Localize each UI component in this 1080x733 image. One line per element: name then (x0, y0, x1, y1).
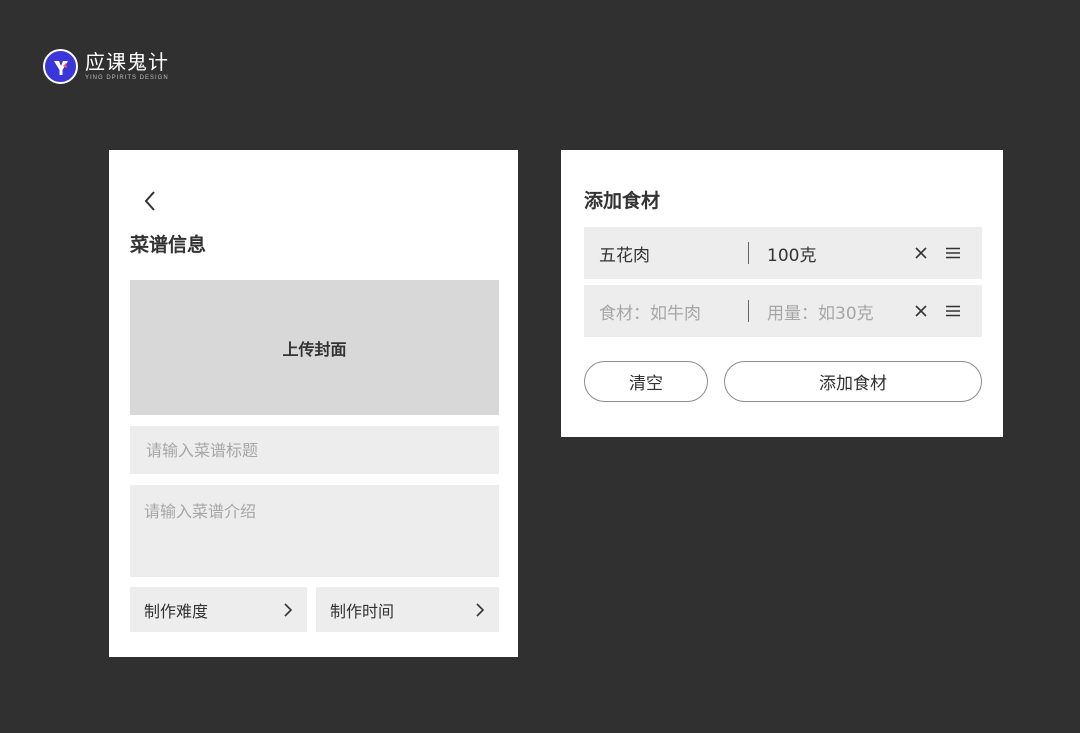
time-label: 制作时间 (330, 601, 395, 621)
difficulty-label: 制作难度 (144, 601, 209, 621)
upload-cover-label: 上传封面 (282, 339, 347, 359)
back-button[interactable] (138, 188, 162, 214)
brand-text: 应课鬼计 YING DPIRITS DESIGN (85, 51, 169, 82)
drag-ingredient-handle[interactable] (941, 299, 965, 323)
add-ingredient-button[interactable]: 添加食材 (724, 361, 982, 402)
page: 应课鬼计 YING DPIRITS DESIGN 菜谱信息 上传封面 制作难度 … (0, 0, 1080, 733)
recipe-intro-field[interactable] (130, 485, 499, 577)
remove-ingredient-button[interactable] (909, 299, 933, 323)
chevron-right-icon (284, 602, 293, 617)
chevron-right-icon (476, 602, 485, 617)
difficulty-selector[interactable]: 制作难度 (130, 587, 307, 632)
ingredient-amount[interactable]: 100克 (749, 241, 909, 266)
drag-handle-icon (946, 247, 960, 259)
close-icon (915, 247, 927, 259)
brand-subtitle: YING DPIRITS DESIGN (85, 75, 169, 81)
upload-cover-button[interactable]: 上传封面 (130, 280, 499, 415)
ingredient-name[interactable]: 五花肉 (584, 241, 748, 266)
recipe-title-field[interactable] (130, 426, 499, 474)
ingredient-amount-input[interactable]: 用量：如30克 (749, 299, 909, 324)
drag-ingredient-handle[interactable] (941, 241, 965, 265)
ingredients-title: 添加食材 (584, 190, 661, 212)
ingredient-name-input[interactable]: 食材：如牛肉 (584, 299, 748, 324)
clear-button[interactable]: 清空 (584, 361, 708, 402)
brand-name: 应课鬼计 (85, 50, 169, 74)
drag-handle-icon (946, 305, 960, 317)
chevron-left-icon (144, 191, 155, 211)
brand-mark-icon (43, 49, 78, 84)
close-icon (915, 305, 927, 317)
ingredient-row: 食材：如牛肉 用量：如30克 (584, 285, 982, 337)
remove-ingredient-button[interactable] (909, 241, 933, 265)
brand-logo: 应课鬼计 YING DPIRITS DESIGN (43, 49, 169, 84)
time-selector[interactable]: 制作时间 (316, 587, 499, 632)
ingredient-row: 五花肉 100克 (584, 227, 982, 279)
recipe-intro-input[interactable] (144, 498, 485, 564)
recipe-info-title: 菜谱信息 (130, 234, 207, 256)
recipe-title-input[interactable] (144, 439, 499, 461)
